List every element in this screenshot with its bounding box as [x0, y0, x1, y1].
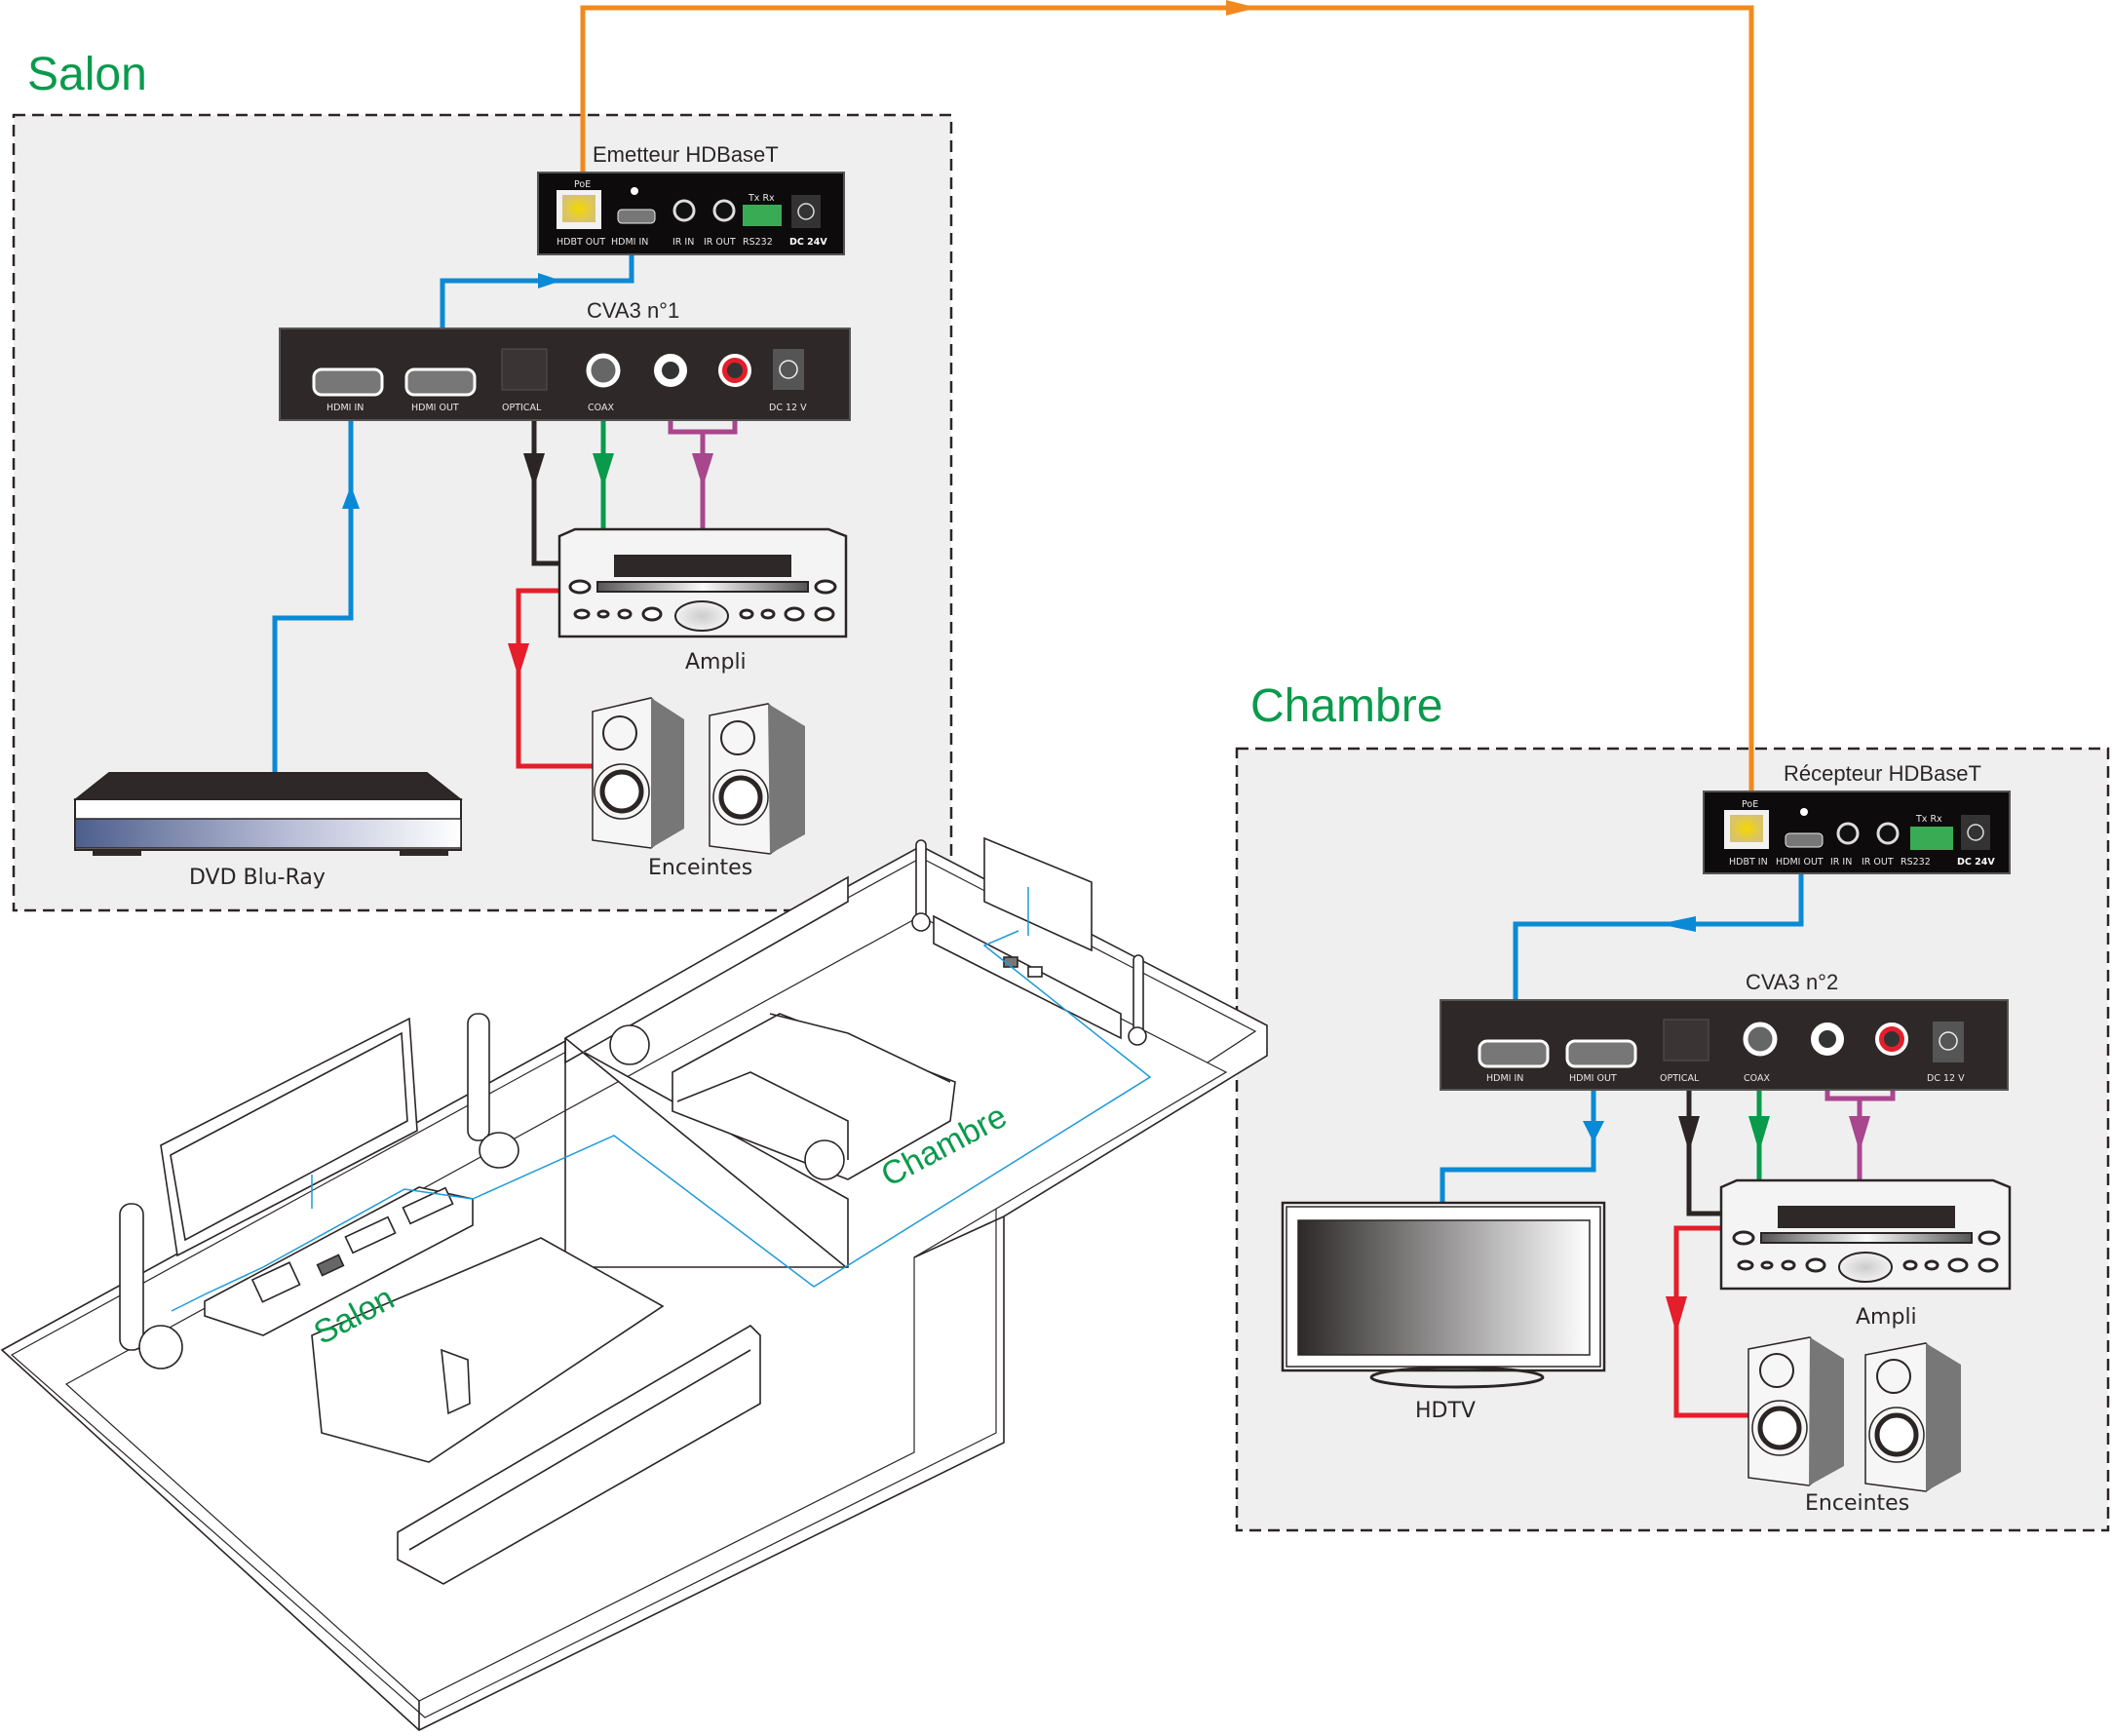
port-label: DC 24V: [1957, 857, 1995, 868]
hdbaset-arrow-icon: [1226, 0, 1257, 16]
port-label: DC 12 V: [1927, 1073, 1965, 1084]
dc-jack-icon: [1933, 1022, 1964, 1062]
port-label: IR OUT: [704, 237, 736, 248]
cva1-title: CVA3 n°1: [587, 298, 679, 323]
port-label: DC 12 V: [769, 403, 807, 413]
speaker-icon: [592, 697, 684, 849]
optical-port-icon: [501, 348, 548, 391]
cva2-title: CVA3 n°2: [1746, 970, 1838, 994]
coax-port-icon: [1743, 1022, 1778, 1057]
dc-jack-icon: [791, 195, 821, 228]
port-label: HDMI IN: [1486, 1073, 1523, 1084]
hdmi-port-icon: [617, 209, 656, 224]
port-label: OPTICAL: [1660, 1073, 1700, 1084]
optical-port-icon: [1663, 1019, 1709, 1061]
port-label: HDMI OUT: [1776, 857, 1824, 868]
port-label: HDBT IN: [1729, 857, 1768, 868]
recepteur-title: Récepteur HDBaseT: [1784, 761, 1981, 786]
port-label: HDMI IN: [611, 237, 648, 248]
coax-port-icon: [586, 353, 621, 388]
speakers2-label: Enceintes: [1805, 1491, 1909, 1516]
port-label: IR IN: [672, 237, 694, 248]
speaker-icon: [1747, 1336, 1844, 1486]
rs232-terminal-icon: [743, 205, 782, 226]
ir-out-port-icon: [1876, 822, 1900, 845]
speakers1-label: Enceintes: [648, 856, 752, 880]
ir-in-port-icon: [1836, 822, 1860, 845]
poe-label: PoE: [1742, 799, 1758, 810]
floorplan: [0, 836, 1268, 1731]
emetteur-title: Emetteur HDBaseT: [593, 142, 779, 167]
chambre-title: Chambre: [1250, 680, 1442, 732]
ampli2-label: Ampli: [1856, 1305, 1917, 1330]
port-label: HDMI OUT: [411, 403, 459, 413]
port-label: OPTICAL: [502, 403, 542, 413]
dc-jack-icon: [773, 349, 804, 390]
poe-label: PoE: [574, 179, 591, 190]
salon-title: Salon: [27, 49, 147, 100]
hdtv-label: HDTV: [1415, 1399, 1476, 1423]
diagram-canvas: Salon Chambre Salon Chambre Emetteur HDB…: [0, 0, 2110, 1731]
port-label: HDMI IN: [326, 403, 364, 413]
port-label: HDMI OUT: [1569, 1073, 1617, 1084]
hdmi-in-port-icon: [312, 367, 384, 397]
port-label: RS232: [743, 237, 773, 248]
port-label: RS232: [1901, 857, 1931, 868]
hdmi-out-port-icon: [404, 367, 477, 397]
speaker-icon: [709, 703, 805, 855]
led-icon: [631, 187, 638, 195]
port-label: DC 24V: [789, 237, 827, 248]
txrx-label: Tx Rx: [748, 193, 775, 204]
hdmi-in-port-icon: [1478, 1039, 1550, 1068]
port-label: IR IN: [1830, 857, 1852, 868]
ir-out-port-icon: [712, 199, 736, 222]
ir-in-port-icon: [672, 199, 696, 222]
rs232-terminal-icon: [1910, 827, 1953, 850]
port-label: HDBT OUT: [557, 237, 605, 248]
hdmi-port-icon: [1785, 832, 1824, 848]
hdmi-out-port-icon: [1565, 1039, 1637, 1068]
dvd-label: DVD Blu-Ray: [189, 866, 326, 890]
txrx-label: Tx Rx: [1915, 814, 1942, 825]
speaker-icon: [1864, 1342, 1961, 1492]
ampli1-label: Ampli: [685, 650, 747, 675]
led-icon: [1800, 808, 1808, 816]
port-label: IR OUT: [1862, 857, 1894, 868]
dc-jack-icon: [1961, 815, 1990, 850]
port-label: COAX: [1744, 1073, 1770, 1084]
port-label: COAX: [588, 403, 614, 413]
